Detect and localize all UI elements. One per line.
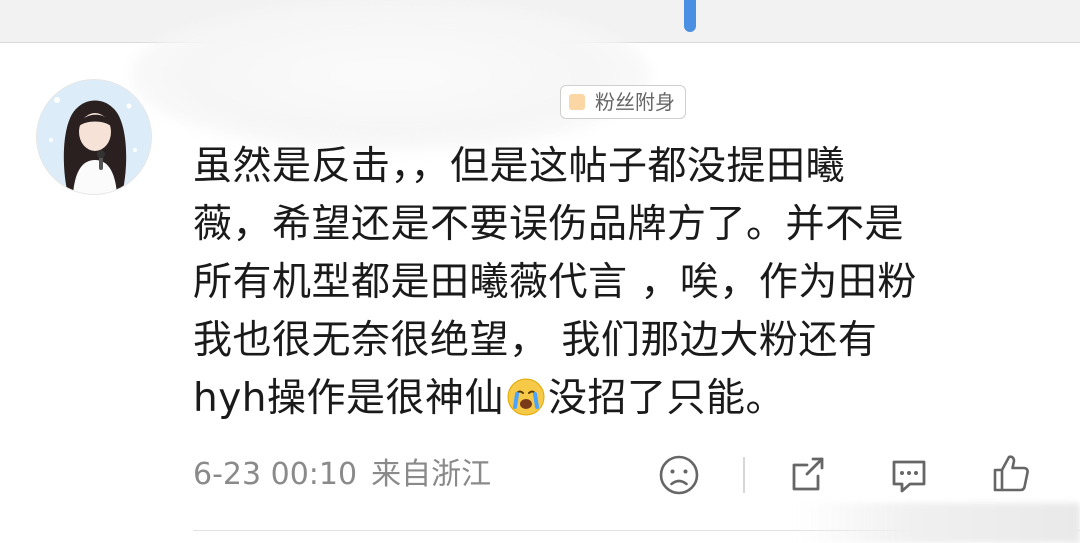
badge-icon xyxy=(569,94,585,110)
comment-meta: 6-23 00:10 来自浙江 xyxy=(193,453,491,497)
dislike-button[interactable] xyxy=(656,452,702,498)
avatar[interactable] xyxy=(36,79,152,195)
fan-badge[interactable]: 粉丝附身 xyxy=(560,85,686,119)
like-button[interactable] xyxy=(988,450,1034,496)
comment-time: 6-23 00:10 xyxy=(193,457,358,492)
comment-text-tail: 没招了只能。 xyxy=(548,376,786,421)
share-button[interactable] xyxy=(785,452,831,498)
comment-icon xyxy=(892,460,926,493)
avatar-image xyxy=(37,80,151,194)
comment-button[interactable] xyxy=(886,452,932,498)
watermark-blur xyxy=(800,503,1080,543)
scroll-indicator xyxy=(684,0,696,32)
comment-location: 来自浙江 xyxy=(371,457,492,492)
frown-face-icon xyxy=(659,455,699,495)
share-icon xyxy=(792,457,824,491)
crying-face-icon xyxy=(506,376,546,416)
action-divider xyxy=(743,457,745,493)
comment-text: 虽然是反击，，但是这帖子都没提田曦 薇，希望还是不要误伤品牌方了。并不是 所有机… xyxy=(193,138,1023,428)
badge-label: 粉丝附身 xyxy=(595,90,675,114)
thumbs-up-icon xyxy=(993,455,1029,492)
username-blur xyxy=(130,0,650,150)
